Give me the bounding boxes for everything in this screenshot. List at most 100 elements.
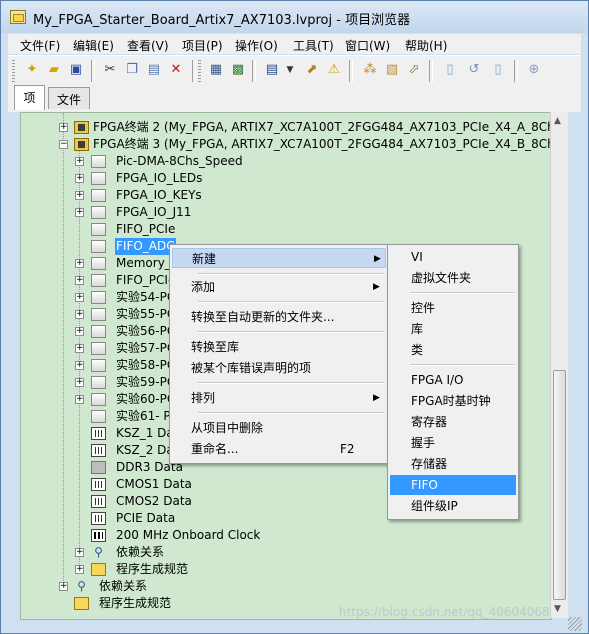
- tree-row[interactable]: + ⚲ 依赖关系: [21, 544, 549, 561]
- warning-icon[interactable]: ⚠: [326, 62, 342, 78]
- expand-icon[interactable]: +: [75, 565, 84, 574]
- submenu-item-handshake[interactable]: 握手: [388, 433, 518, 453]
- tree-row[interactable]: − FPGA终端 3 (My_FPGA, ARTIX7_XC7A100T_2FG…: [21, 136, 551, 153]
- expand-icon[interactable]: +: [75, 395, 84, 404]
- submenu-item-component-ip[interactable]: 组件级IP: [388, 496, 518, 516]
- dropdown-icon[interactable]: ▼: [282, 62, 298, 78]
- submenu-item-register[interactable]: 寄存器: [388, 412, 518, 432]
- menu-item-shortcut: F2: [340, 442, 355, 456]
- filter-icon[interactable]: ⁂: [362, 62, 378, 78]
- menu-item-label: 重命名...: [191, 442, 239, 456]
- folder-icon: [91, 359, 106, 372]
- menu-item-label: 被某个库错误声明的项: [191, 361, 312, 375]
- tree-row[interactable]: + FPGA_IO_LEDs: [21, 170, 549, 187]
- submenu-item-control[interactable]: 控件: [388, 298, 518, 318]
- expand-icon[interactable]: +: [75, 361, 84, 370]
- menu-item-rename[interactable]: 重命名... F2: [170, 439, 388, 459]
- tree-row[interactable]: + FPGA_IO_J11: [21, 204, 549, 221]
- menu-item-misclaimed[interactable]: 被某个库错误声明的项: [170, 358, 388, 378]
- menu-item-label: 从项目中删除: [191, 421, 264, 435]
- tree-row[interactable]: + FPGA_IO_KEYs: [21, 187, 549, 204]
- menu-item-label: 转换至自动更新的文件夹...: [191, 310, 335, 324]
- menu-separator: [198, 331, 384, 333]
- submenu-item-fifo[interactable]: FIFO: [390, 475, 516, 495]
- view-icon[interactable]: ▤: [264, 62, 280, 78]
- menu-item-new[interactable]: 新建 ▶: [172, 248, 386, 268]
- tab-items[interactable]: 项: [14, 85, 45, 110]
- refresh-icon[interactable]: ▧: [384, 62, 400, 78]
- tree-row[interactable]: + 程序生成规范: [21, 561, 549, 578]
- expand-icon[interactable]: +: [75, 174, 84, 183]
- scroll-up-icon[interactable]: ▲: [554, 116, 561, 126]
- expand-icon[interactable]: +: [75, 378, 84, 387]
- tree-row[interactable]: + FPGA终端 2 (My_FPGA, ARTIX7_XC7A100T_2FG…: [21, 119, 551, 136]
- delete-icon[interactable]: ✕: [168, 62, 184, 78]
- menu-item-add[interactable]: 添加 ▶: [170, 277, 388, 297]
- tree-row[interactable]: + ⚲ 依赖关系: [21, 578, 549, 595]
- deploy-icon[interactable]: ⬈: [304, 62, 320, 78]
- clock-icon: [91, 529, 106, 542]
- submenu-item-fpga-clock[interactable]: FPGA时基时钟: [388, 391, 518, 411]
- title-bar[interactable]: My_FPGA_Starter_Board_Artix7_AX7103.lvpr…: [1, 1, 588, 33]
- expand-icon[interactable]: +: [75, 191, 84, 200]
- submenu-item-memory[interactable]: 存储器: [388, 454, 518, 474]
- menu-tools[interactable]: 工具(T): [293, 37, 334, 54]
- expand-icon[interactable]: +: [75, 259, 84, 268]
- copy-icon[interactable]: ❐: [124, 62, 140, 78]
- open-icon[interactable]: ▰: [46, 62, 62, 78]
- new-icon[interactable]: ✦: [24, 62, 40, 78]
- add-icon[interactable]: ⊕: [526, 62, 542, 78]
- expand-icon[interactable]: +: [59, 582, 68, 591]
- submenu-item-virtual-folder[interactable]: 虚拟文件夹: [388, 268, 518, 288]
- menu-item-remove[interactable]: 从项目中删除: [170, 418, 388, 438]
- submenu-item-fpga-io[interactable]: FPGA I/O: [388, 370, 518, 390]
- menu-item-convert-auto-folder[interactable]: 转换至自动更新的文件夹...: [170, 307, 388, 327]
- menu-item-arrange[interactable]: 排列 ▶: [170, 388, 388, 408]
- menu-operate[interactable]: 操作(O): [235, 37, 278, 54]
- vertical-scrollbar[interactable]: ▲ ▼: [550, 112, 568, 618]
- resize-grip-icon[interactable]: [568, 617, 582, 631]
- expand-icon[interactable]: +: [75, 276, 84, 285]
- cut-icon[interactable]: ✂: [102, 62, 118, 78]
- scroll-down-icon[interactable]: ▼: [554, 604, 561, 614]
- save-all-icon[interactable]: ▣: [68, 62, 84, 78]
- toolbar-grip[interactable]: [12, 60, 15, 82]
- toolbar-separator: [429, 60, 433, 82]
- expand-icon[interactable]: +: [75, 344, 84, 353]
- menu-edit[interactable]: 编辑(E): [73, 37, 114, 54]
- submenu-item-label: 控件: [411, 301, 436, 315]
- expand-icon[interactable]: +: [75, 208, 84, 217]
- menu-item-convert-library[interactable]: 转换至库: [170, 337, 388, 357]
- build-icon[interactable]: ▩: [230, 62, 246, 78]
- menu-project[interactable]: 项目(P): [182, 37, 223, 54]
- menu-window[interactable]: 窗口(W): [345, 37, 390, 54]
- submenu-item-vi[interactable]: VI: [388, 247, 518, 267]
- paste-icon[interactable]: ▤: [146, 62, 162, 78]
- tree-row[interactable]: FIFO_PCIe: [21, 221, 549, 238]
- tree-item-label: 实验60-PC: [116, 392, 176, 406]
- properties-icon[interactable]: ▦: [208, 62, 224, 78]
- collapse-icon[interactable]: −: [59, 140, 68, 149]
- undo-icon[interactable]: ↺: [466, 62, 482, 78]
- expand-icon[interactable]: +: [75, 327, 84, 336]
- new-item-icon[interactable]: ▯: [442, 62, 458, 78]
- tab-files[interactable]: 文件: [48, 87, 90, 109]
- expand-icon[interactable]: +: [59, 123, 68, 132]
- redo-icon[interactable]: ▯: [490, 62, 506, 78]
- tree-item-label-selected: FIFO_ADC: [115, 238, 176, 255]
- menu-separator: [410, 364, 515, 366]
- submenu-item-class[interactable]: 类: [388, 340, 518, 360]
- menu-view[interactable]: 查看(V): [127, 37, 169, 54]
- tree-row[interactable]: + Pic-DMA-8Chs_Speed: [21, 153, 549, 170]
- expand-icon[interactable]: +: [75, 293, 84, 302]
- sync-icon[interactable]: ⬀: [406, 62, 422, 78]
- menu-file[interactable]: 文件(F): [20, 37, 60, 54]
- expand-icon[interactable]: +: [75, 310, 84, 319]
- scroll-thumb[interactable]: [553, 370, 566, 600]
- menu-help[interactable]: 帮助(H): [405, 37, 447, 54]
- expand-icon[interactable]: +: [75, 157, 84, 166]
- submenu-item-library[interactable]: 库: [388, 319, 518, 339]
- toolbar-grip[interactable]: [198, 60, 201, 82]
- tree-row[interactable]: 200 MHz Onboard Clock: [21, 527, 549, 544]
- expand-icon[interactable]: +: [75, 548, 84, 557]
